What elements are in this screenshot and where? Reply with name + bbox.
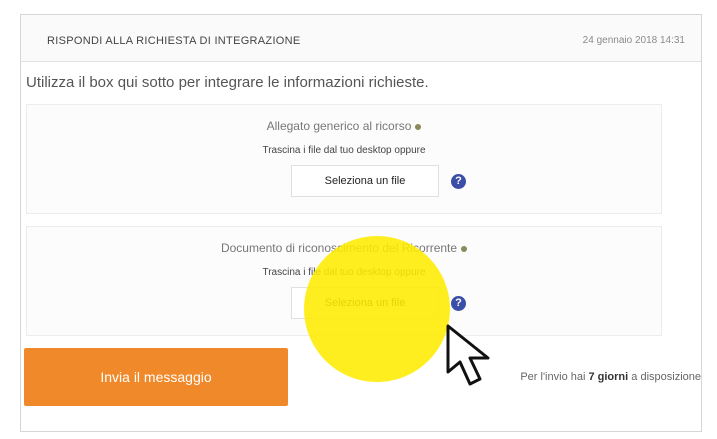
send-message-button[interactable]: Invia il messaggio: [24, 348, 288, 406]
upload-label-text: Allegato generico al ricorso: [266, 119, 412, 133]
deadline-prefix: Per l'invio hai: [520, 371, 586, 383]
drag-hint: Trascina i file dal tuo desktop oppure: [262, 267, 426, 278]
upload-box-generic-attachment[interactable]: Allegato generico al ricorso Trascina i …: [26, 104, 662, 214]
deadline-text: Per l'invio hai 7 giorni a disposizione: [520, 371, 701, 383]
select-file-button[interactable]: Seleziona un file: [291, 287, 439, 319]
upload-label-text: Documento di riconoscimento del Ricorren…: [220, 241, 458, 255]
upload-label: Allegato generico al ricorso: [27, 119, 661, 133]
deadline-suffix: a disposizione: [631, 371, 701, 383]
help-icon[interactable]: ?: [451, 174, 466, 189]
select-file-button[interactable]: Seleziona un file: [291, 165, 439, 197]
panel-date: 24 gennaio 2018 14:31: [582, 35, 685, 46]
required-dot-icon: [415, 123, 422, 130]
drag-hint: Trascina i file dal tuo desktop oppure: [262, 145, 426, 156]
deadline-value: 7 giorni: [588, 371, 629, 383]
upload-label: Documento di riconoscimento del Ricorren…: [27, 241, 661, 255]
intro-text: Utilizza il box qui sotto per integrare …: [26, 74, 429, 91]
required-dot-icon: [461, 245, 468, 252]
panel-title: RISPONDI ALLA RICHIESTA DI INTEGRAZIONE: [47, 35, 301, 47]
help-icon[interactable]: ?: [451, 296, 466, 311]
panel-header: RISPONDI ALLA RICHIESTA DI INTEGRAZIONE …: [21, 15, 701, 62]
upload-box-identity-document[interactable]: Documento di riconoscimento del Ricorren…: [26, 226, 662, 336]
